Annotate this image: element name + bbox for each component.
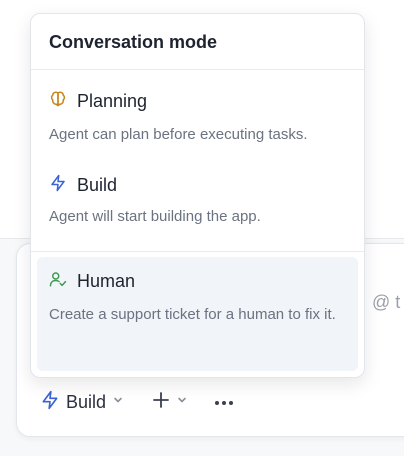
conversation-mode-menu: Conversation mode Planning Agent can pla…	[30, 13, 365, 378]
brain-icon	[49, 90, 67, 113]
plus-icon	[152, 391, 170, 414]
option-label: Human	[77, 271, 136, 291]
option-description: Agent will start building the app.	[49, 208, 261, 225]
option-label: Build	[77, 175, 118, 195]
menu-option-planning[interactable]: Planning Agent can plan before executing…	[31, 74, 364, 164]
option-description: Agent can plan before executing tasks.	[49, 126, 308, 143]
menu-divider	[31, 251, 364, 252]
mode-selector-button[interactable]: Build	[40, 390, 124, 415]
chevron-down-icon	[112, 393, 124, 411]
composer-hint-text: @ t	[372, 292, 401, 312]
option-header: Build	[49, 174, 117, 197]
option-header: Planning	[49, 90, 147, 113]
user-check-icon	[49, 270, 67, 293]
lightning-icon	[40, 390, 60, 415]
menu-option-human[interactable]: Human Create a support ticket for a huma…	[37, 257, 358, 371]
mode-selector-label: Build	[66, 391, 107, 412]
lightning-icon	[49, 174, 67, 197]
add-button[interactable]	[152, 391, 188, 414]
menu-divider	[31, 69, 364, 70]
option-description: Create a support ticket for a human to f…	[49, 306, 336, 323]
more-horizontal-icon	[214, 393, 234, 411]
composer-toolbar: Build	[40, 388, 234, 416]
menu-option-build[interactable]: Build Agent will start building the app.	[31, 164, 364, 250]
option-header: Human	[49, 270, 135, 293]
option-label: Planning	[77, 91, 148, 111]
more-options-button[interactable]	[214, 393, 234, 411]
menu-title: Conversation mode	[49, 32, 218, 52]
chevron-down-icon	[176, 393, 188, 411]
